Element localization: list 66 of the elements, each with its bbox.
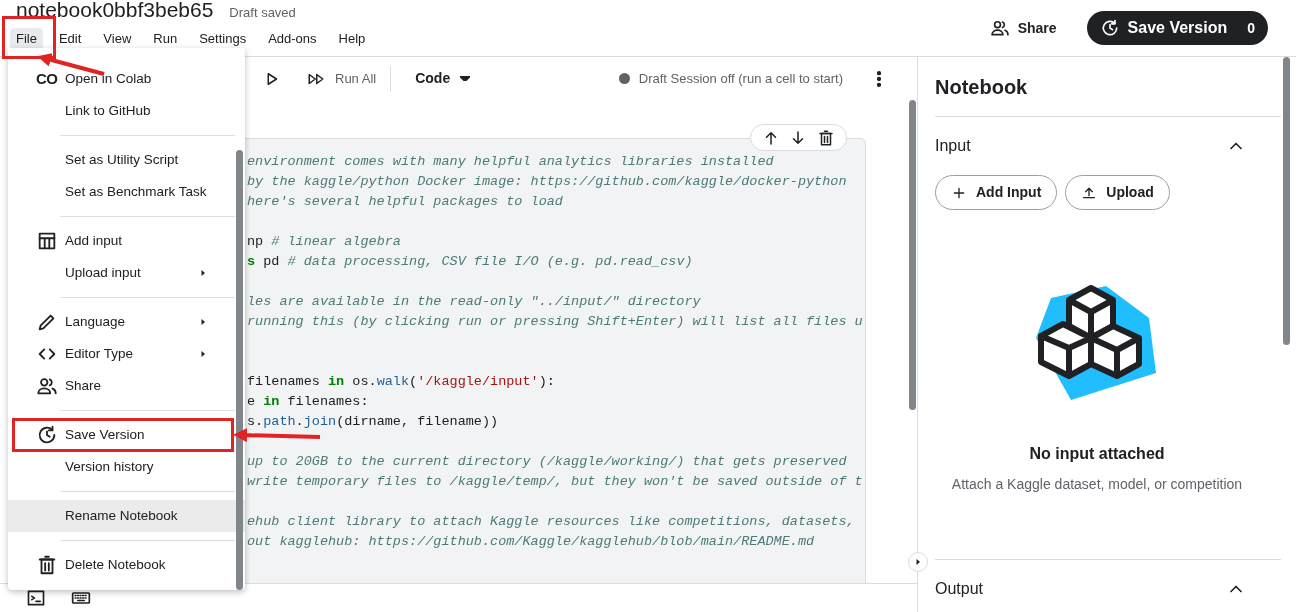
code-line: les are available in the read-only "../input/" directory: [247, 293, 702, 311]
menu-item[interactable]: Set as Benchmark Task: [8, 176, 245, 208]
menu-item[interactable]: Help: [332, 27, 372, 50]
code-line: environment comes with many helpful analytics libraries installed: [247, 153, 775, 171]
menu-item[interactable]: Share: [8, 370, 245, 402]
panel-title: Notebook: [935, 57, 1281, 117]
empty-state-title: No input attached: [1029, 444, 1165, 464]
menu-item[interactable]: Language: [8, 306, 245, 338]
status-dot: [618, 73, 630, 84]
menu-item[interactable]: CO Open in Colab: [8, 63, 245, 95]
menu-item[interactable]: View: [97, 27, 138, 50]
menu-item[interactable]: File: [10, 27, 43, 50]
delete-icon[interactable]: [817, 128, 836, 147]
caret-icon: [460, 76, 471, 81]
cell-type-dropdown[interactable]: Code: [409, 67, 477, 90]
menu-item[interactable]: Add input: [8, 225, 245, 257]
section-title: Input: [935, 136, 971, 156]
collapse-handle[interactable]: [908, 552, 928, 572]
scrollbar-thumb[interactable]: [909, 100, 916, 410]
terminal-icon[interactable]: [26, 588, 46, 608]
menu-item[interactable]: Upload input: [8, 257, 245, 289]
menu-item[interactable]: Settings: [193, 27, 253, 50]
code-line: ehub client library to attach Kaggle resources like competitions, datasets,: [247, 513, 856, 531]
people-icon: [989, 18, 1010, 38]
menu-item[interactable]: Save Version: [8, 419, 245, 451]
scrollbar-thumb[interactable]: [236, 150, 243, 590]
code-line: here's several helpful packages to load: [247, 193, 564, 211]
code-line: by the kaggle/python Docker image: https://github.com/kaggle/docker-python: [247, 173, 848, 191]
add-input-button[interactable]: Add Input: [935, 175, 1058, 210]
session-status: Draft Session off (run a cell to start): [638, 69, 843, 88]
version-count: 0: [1246, 18, 1256, 38]
menu-item[interactable]: Add-ons: [262, 27, 323, 50]
code-line: s.path.join(dirname, filename)): [247, 413, 500, 431]
people-icon: [36, 375, 58, 397]
code-line: write temporary files to /kaggle/temp/, but they won't be saved outside of t: [247, 473, 864, 491]
save-status: Draft saved: [229, 4, 296, 22]
menu-item[interactable]: Edit: [52, 27, 88, 50]
trash-icon: [36, 554, 58, 576]
code-line: out kagglehub: https://github.com/Kaggle/kagglehub/blob/main/README.md: [247, 533, 816, 551]
scrollbar-thumb[interactable]: [1283, 57, 1290, 345]
code-line: running this (by clicking run or pressing Shift+Enter) will list all files u: [247, 313, 864, 331]
table-icon: [36, 230, 58, 252]
highlight-box: [2, 16, 56, 59]
upload-button[interactable]: Upload: [1065, 175, 1170, 210]
notebook-title[interactable]: notebook0bbf3beb65: [16, 0, 214, 21]
code-line: filenames in os.walk('/kaggle/input'):: [247, 373, 556, 391]
history-icon: [1099, 18, 1120, 38]
section-title: Output: [935, 579, 984, 599]
menu-item[interactable]: Set as Utility Script: [8, 144, 245, 176]
history-icon: [36, 424, 58, 446]
code-line: e in filenames:: [247, 393, 370, 411]
menu-item[interactable]: Run: [147, 27, 184, 50]
run-all-button[interactable]: Run All: [305, 68, 377, 89]
code-line: s pd # data processing, CSV file I/O (e.g. pd.read_csv): [247, 253, 694, 271]
menu-item[interactable]: Rename Notebook: [8, 500, 245, 532]
code-line: up to 20GB to the current directory (/kaggle/working/) that gets preserved: [247, 453, 848, 471]
code-line: np # linear algebra: [247, 233, 402, 251]
empty-state-text: Attach a Kaggle dataset, model, or competition: [951, 475, 1243, 494]
pointer-arrow: [37, 53, 105, 76]
save-version-button[interactable]: Save Version: [1086, 11, 1238, 45]
colab-icon: CO: [36, 67, 58, 91]
menu-item[interactable]: Link to GitHub: [8, 95, 245, 127]
menu-item[interactable]: Editor Type: [8, 338, 245, 370]
menu-item[interactable]: Version history: [8, 451, 245, 483]
menu-item[interactable]: Delete Notebook: [8, 549, 245, 581]
share-button[interactable]: Share: [983, 16, 1063, 40]
